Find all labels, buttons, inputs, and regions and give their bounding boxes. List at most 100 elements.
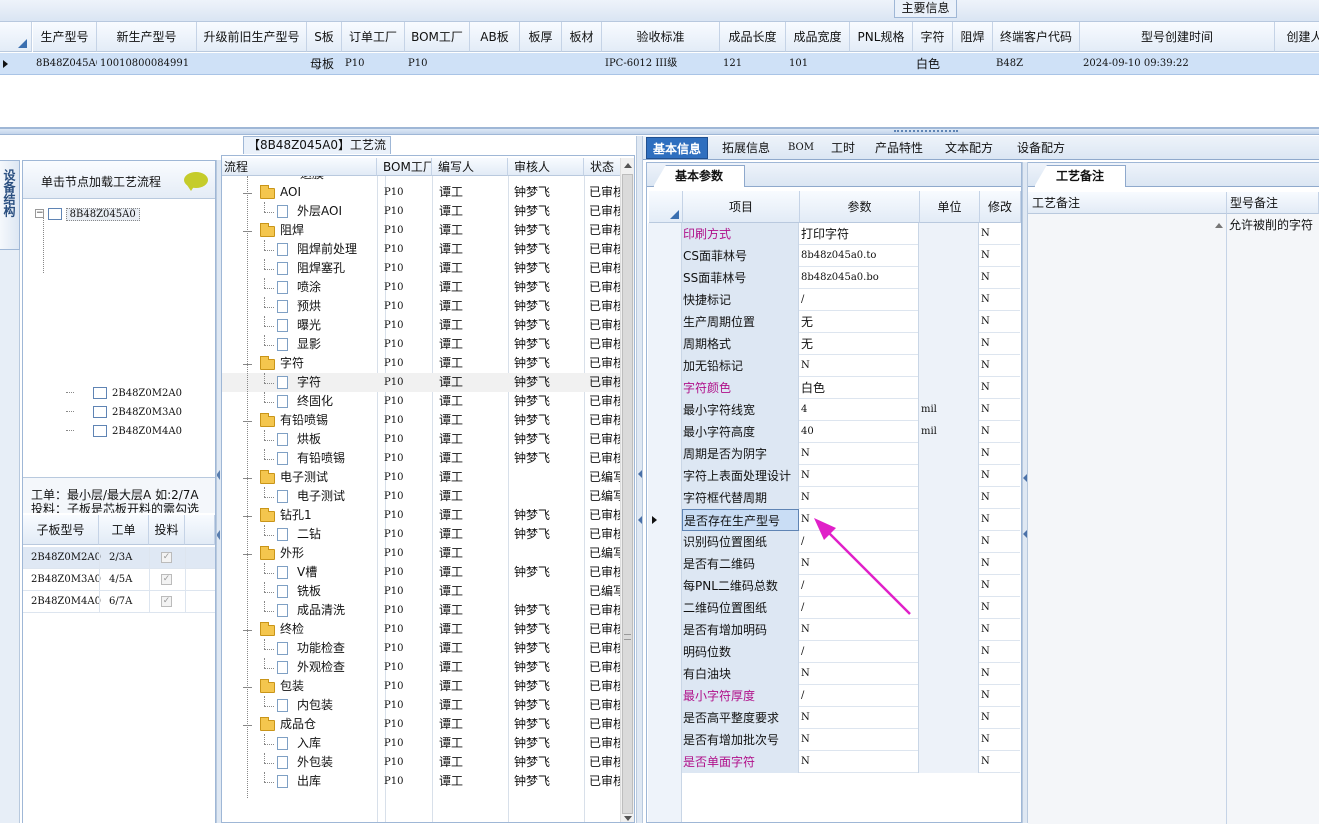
param-header[interactable]: 单位 <box>920 191 980 223</box>
param-row-selector[interactable] <box>648 663 682 685</box>
process-row[interactable]: V槽 P10 谭工 钟梦飞 已审核 <box>222 563 620 582</box>
subboard-header[interactable]: 投料 <box>149 515 185 545</box>
tab-work-hours[interactable]: 工时 <box>826 137 860 159</box>
param-row-selector[interactable] <box>648 685 682 707</box>
param-row-selector[interactable] <box>648 641 682 663</box>
param-value[interactable]: 无 <box>799 311 919 333</box>
model-remark-header[interactable]: 型号备注 <box>1227 192 1319 214</box>
param-value[interactable]: 8b48z045a0.to <box>799 245 919 267</box>
process-header[interactable]: BOM工厂 <box>377 158 432 176</box>
param-value[interactable]: 无 <box>799 333 919 355</box>
process-row[interactable]: 阻焊 P10 谭工 钟梦飞 已审核 <box>222 221 620 240</box>
subboard-row[interactable]: 2B48Z0M3A0 4/5A ✓ <box>23 569 215 591</box>
param-header[interactable]: 修改 <box>980 191 1021 223</box>
top-grid-cell-thickness[interactable] <box>520 53 562 75</box>
param-row[interactable]: 最小字符高度 40 mil N <box>648 421 1020 443</box>
subboard-row[interactable]: 2B48Z0M4A0 6/7A ✓ <box>23 591 215 613</box>
param-value[interactable]: / <box>799 685 919 707</box>
param-row[interactable]: 周期是否为阴字 N N <box>648 443 1020 465</box>
feeding-checkbox[interactable]: ✓ <box>161 552 172 563</box>
process-row[interactable]: 钻孔1 P10 谭工 钟梦飞 已审核 <box>222 506 620 525</box>
tab-equipment-recipe[interactable]: 设备配方 <box>1008 137 1074 159</box>
tab-bom[interactable]: BOM <box>780 137 822 159</box>
param-value[interactable]: N <box>799 729 919 751</box>
top-grid-header[interactable]: AB板 <box>470 22 520 52</box>
process-row[interactable]: 有铅喷锡 P10 谭工 钟梦飞 已审核 <box>222 411 620 430</box>
process-header[interactable]: 审核人 <box>508 158 584 176</box>
process-row[interactable]: 成品清洗 P10 谭工 钟梦飞 已审核 <box>222 601 620 620</box>
param-row-selector[interactable] <box>648 487 682 509</box>
process-row[interactable]: 二钻 P10 谭工 钟梦飞 已审核 <box>222 525 620 544</box>
param-row[interactable]: 快捷标记 / N <box>648 289 1020 311</box>
process-scrollbar[interactable] <box>620 158 634 822</box>
param-row-selector[interactable] <box>648 619 682 641</box>
model-remark-field[interactable]: 允许被削的字符 <box>1227 214 1319 824</box>
main-info-caption[interactable]: 主要信息 <box>894 0 957 18</box>
process-row[interactable]: 电子测试 P10 谭工 已编写 <box>222 468 620 487</box>
process-row[interactable]: 预烘 P10 谭工 钟梦飞 已审核 <box>222 297 620 316</box>
param-value[interactable]: N <box>799 663 919 685</box>
param-row-selector[interactable] <box>648 223 682 245</box>
collapse-icon[interactable]: − <box>35 209 44 218</box>
tree-node-child[interactable]: 2B48Z0M3A0 <box>93 402 182 420</box>
tab-basic-info[interactable]: 基本信息 <box>646 137 708 159</box>
process-row[interactable]: 阻焊前处理 P10 谭工 钟梦飞 已审核 <box>222 240 620 259</box>
param-row-selector[interactable] <box>648 377 682 399</box>
feeding-checkbox[interactable]: ✓ <box>161 574 172 585</box>
tree-node-root[interactable]: − 8B48Z045A0 <box>35 204 140 222</box>
param-row-selector[interactable] <box>648 267 682 289</box>
top-grid-header[interactable]: 新生产型号 <box>97 22 197 52</box>
top-grid-cell-customer[interactable]: B48Z <box>993 53 1080 75</box>
top-grid-header[interactable]: 验收标准 <box>602 22 720 52</box>
process-row[interactable]: 有铅喷锡 P10 谭工 钟梦飞 已审核 <box>222 449 620 468</box>
top-grid-cell-s-board[interactable]: 母板 <box>307 53 342 75</box>
process-row[interactable]: 终检 P10 谭工 钟梦飞 已审核 <box>222 620 620 639</box>
process-header[interactable]: 流程 <box>222 158 377 176</box>
tree-node-child[interactable]: 2B48Z0M4A0 <box>93 421 182 439</box>
param-value[interactable]: / <box>799 641 919 663</box>
equipment-structure-tab[interactable]: 设备结构 <box>0 160 20 250</box>
param-row[interactable]: 是否有增加明码 N N <box>648 619 1020 641</box>
process-row[interactable]: 显影 P10 谭工 钟梦飞 已审核 <box>222 335 620 354</box>
param-header[interactable]: 参数 <box>800 191 920 223</box>
middle-splitter[interactable] <box>636 136 643 823</box>
process-row[interactable]: 阻焊塞孔 P10 谭工 钟梦飞 已审核 <box>222 259 620 278</box>
param-row[interactable]: 字符颜色 白色 N <box>648 377 1020 399</box>
top-grid-header[interactable]: 成品长度 <box>720 22 786 52</box>
process-row[interactable]: 功能检查 P10 谭工 钟梦飞 已审核 <box>222 639 620 658</box>
param-row-selector[interactable] <box>648 509 682 531</box>
top-grid-cell-new-model[interactable]: 10010800084991 <box>97 53 197 75</box>
top-grid-header[interactable]: PNL规格 <box>850 22 913 52</box>
param-row-selector[interactable] <box>648 245 682 267</box>
param-row[interactable]: 字符框代替周期 N N <box>648 487 1020 509</box>
top-grid-cell-old-model[interactable] <box>197 53 307 75</box>
param-value[interactable]: 8b48z045a0.bo <box>799 267 919 289</box>
param-row[interactable]: 印刷方式 打印字符 N <box>648 223 1020 245</box>
subboard-header[interactable]: 工单 <box>99 515 149 545</box>
top-grid-header[interactable]: 型号创建时间 <box>1080 22 1275 52</box>
param-row[interactable]: 最小字符线宽 4 mil N <box>648 399 1020 421</box>
top-grid-header[interactable]: 阻焊 <box>953 22 993 52</box>
param-row-selector[interactable] <box>648 399 682 421</box>
param-row[interactable]: 周期格式无 N <box>648 333 1020 355</box>
process-row[interactable]: 外形 P10 谭工 已编写 <box>222 544 620 563</box>
top-grid-header[interactable]: 字符 <box>913 22 953 52</box>
process-header[interactable]: 编写人 <box>432 158 508 176</box>
process-row[interactable]: 电子测试 P10 谭工 已编写 <box>222 487 620 506</box>
top-grid-cell-bom-factory[interactable]: P10 <box>405 53 470 75</box>
top-grid-header[interactable]: 创建人 <box>1275 22 1319 52</box>
top-grid-cell-prod-model[interactable]: 8B48Z045A0 <box>33 53 97 75</box>
param-row[interactable]: SS面菲林号 8b48z045a0.bo N <box>648 267 1020 289</box>
process-row[interactable]: 终固化 P10 谭工 钟梦飞 已审核 <box>222 392 620 411</box>
param-row-selector[interactable] <box>648 575 682 597</box>
sub-tab-basic-params[interactable]: 基本参数 <box>653 165 745 187</box>
remark-tab[interactable]: 工艺备注 <box>1034 165 1126 187</box>
feeding-checkbox[interactable]: ✓ <box>161 596 172 607</box>
process-row[interactable]: 喷涂 P10 谭工 钟梦飞 已审核 <box>222 278 620 297</box>
top-grid-cell-solder[interactable] <box>953 53 993 75</box>
process-row[interactable]: 内包装 P10 谭工 钟梦飞 已审核 <box>222 696 620 715</box>
top-grid-cell-pnl[interactable] <box>850 53 913 75</box>
param-row[interactable]: 是否单面字符 N N <box>648 751 1020 773</box>
process-row[interactable]: 外包装 P10 谭工 钟梦飞 已审核 <box>222 753 620 772</box>
process-header[interactable]: 状态 <box>584 158 622 176</box>
